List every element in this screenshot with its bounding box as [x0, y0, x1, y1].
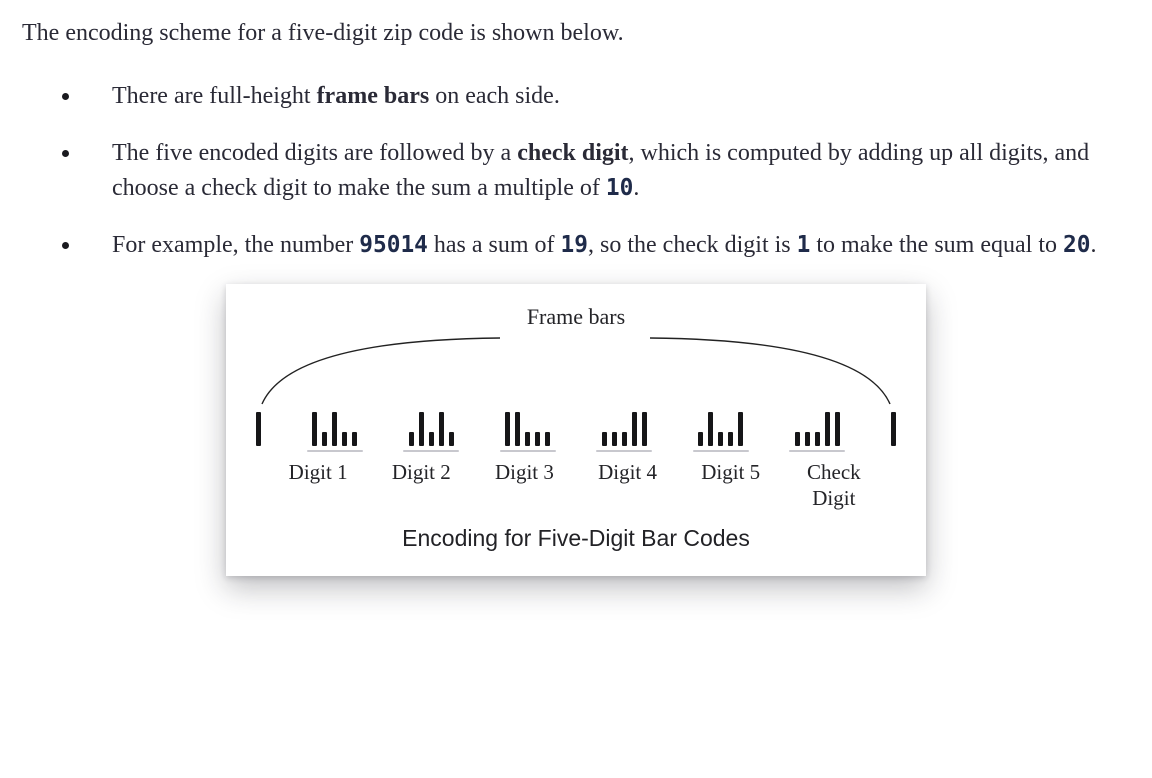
bar-short: [429, 432, 434, 446]
bar-tall: [419, 412, 424, 446]
underline: [403, 450, 459, 452]
underline: [307, 450, 363, 452]
bar-group-digit-4: [602, 412, 647, 446]
bullet-1-post: on each side.: [429, 83, 560, 109]
bar-short: [795, 432, 800, 446]
bar-group-digit-5: [698, 412, 743, 446]
bar-group-check-digit: [795, 412, 840, 446]
bar-tall: [312, 412, 317, 446]
bullet-1-pre: There are full-height: [112, 83, 317, 109]
bullet-3-post: .: [1090, 232, 1096, 258]
bar-short: [612, 432, 617, 446]
underline: [500, 450, 556, 452]
bar-short: [449, 432, 454, 446]
bullet-3: For example, the number 95014 has a sum …: [62, 228, 1130, 263]
bar-tall: [835, 412, 840, 446]
bullet-3-mid2: , so the check digit is: [588, 232, 797, 258]
frame-indicator-lines: [250, 334, 902, 410]
bullet-2-pre: The five encoded digits are followed by …: [112, 140, 517, 166]
digit-labels-row: Digit 1 Digit 2 Digit 3 Digit 4 Digit 5 Check…: [250, 460, 902, 510]
bar-tall: [256, 412, 261, 446]
bar-group-digit-1: [312, 412, 357, 446]
bullet-3-mid1: has a sum of: [428, 232, 561, 258]
bullet-list: There are full-height frame bars on each…: [22, 79, 1130, 262]
bullet-3-mono4: 20: [1063, 232, 1090, 258]
bar-tall: [891, 412, 896, 446]
bullet-2: The five encoded digits are followed by …: [62, 136, 1130, 206]
bar-short: [622, 432, 627, 446]
bar-group-frame-right: [891, 412, 896, 446]
digit-label: Digit 1: [273, 460, 363, 510]
intro-text: The encoding scheme for a five-digit zip…: [22, 18, 1130, 49]
bar-tall: [332, 412, 337, 446]
bar-short: [322, 432, 327, 446]
bullet-1: There are full-height frame bars on each…: [62, 79, 1130, 114]
bar-short: [342, 432, 347, 446]
bar-short: [535, 432, 540, 446]
bar-short: [805, 432, 810, 446]
bar-short: [728, 432, 733, 446]
bar-short: [815, 432, 820, 446]
bullet-2-post: .: [633, 175, 639, 201]
label-spacer: [892, 460, 902, 510]
bar-short: [525, 432, 530, 446]
bar-group-digit-3: [505, 412, 550, 446]
bar-tall: [632, 412, 637, 446]
bar-short: [698, 432, 703, 446]
bullet-1-bold: frame bars: [317, 83, 430, 109]
bar-tall: [738, 412, 743, 446]
bar-short: [602, 432, 607, 446]
underline-spacer: [256, 450, 266, 452]
label-spacer: [250, 460, 260, 510]
bar-tall: [505, 412, 510, 446]
digit-label: Digit 4: [583, 460, 673, 510]
underline: [693, 450, 749, 452]
bar-short: [545, 432, 550, 446]
bar-tall: [642, 412, 647, 446]
bullet-3-mid3: to make the sum equal to: [810, 232, 1063, 258]
bar-group-frame-left: [256, 412, 261, 446]
bar-short: [718, 432, 723, 446]
barcode-row: [250, 406, 902, 446]
figure-caption: Encoding for Five-Digit Bar Codes: [250, 525, 902, 552]
underline: [596, 450, 652, 452]
frame-bars-label: Frame bars: [250, 304, 902, 330]
bar-tall: [708, 412, 713, 446]
bullet-3-mono3: 1: [797, 232, 811, 258]
digit-label: Digit 2: [376, 460, 466, 510]
underline: [789, 450, 845, 452]
digit-label: Digit 3: [479, 460, 569, 510]
digit-label: CheckDigit: [789, 460, 879, 510]
bar-short: [409, 432, 414, 446]
bullet-2-mono: 10: [606, 175, 633, 201]
barcode-underlines: [250, 450, 902, 452]
bullet-3-mono2: 19: [561, 232, 588, 258]
bar-tall: [825, 412, 830, 446]
underline-spacer: [886, 450, 896, 452]
figure-card: Frame bars Digit 1Digit 2Digit 3Digit 4D…: [226, 284, 926, 575]
bullet-3-mono1: 95014: [359, 232, 428, 258]
digit-label: Digit 5: [686, 460, 776, 510]
bar-short: [352, 432, 357, 446]
bar-group-digit-2: [409, 412, 454, 446]
bar-tall: [515, 412, 520, 446]
bullet-2-bold: check digit: [517, 140, 628, 166]
bar-tall: [439, 412, 444, 446]
bullet-3-pre: For example, the number: [112, 232, 359, 258]
